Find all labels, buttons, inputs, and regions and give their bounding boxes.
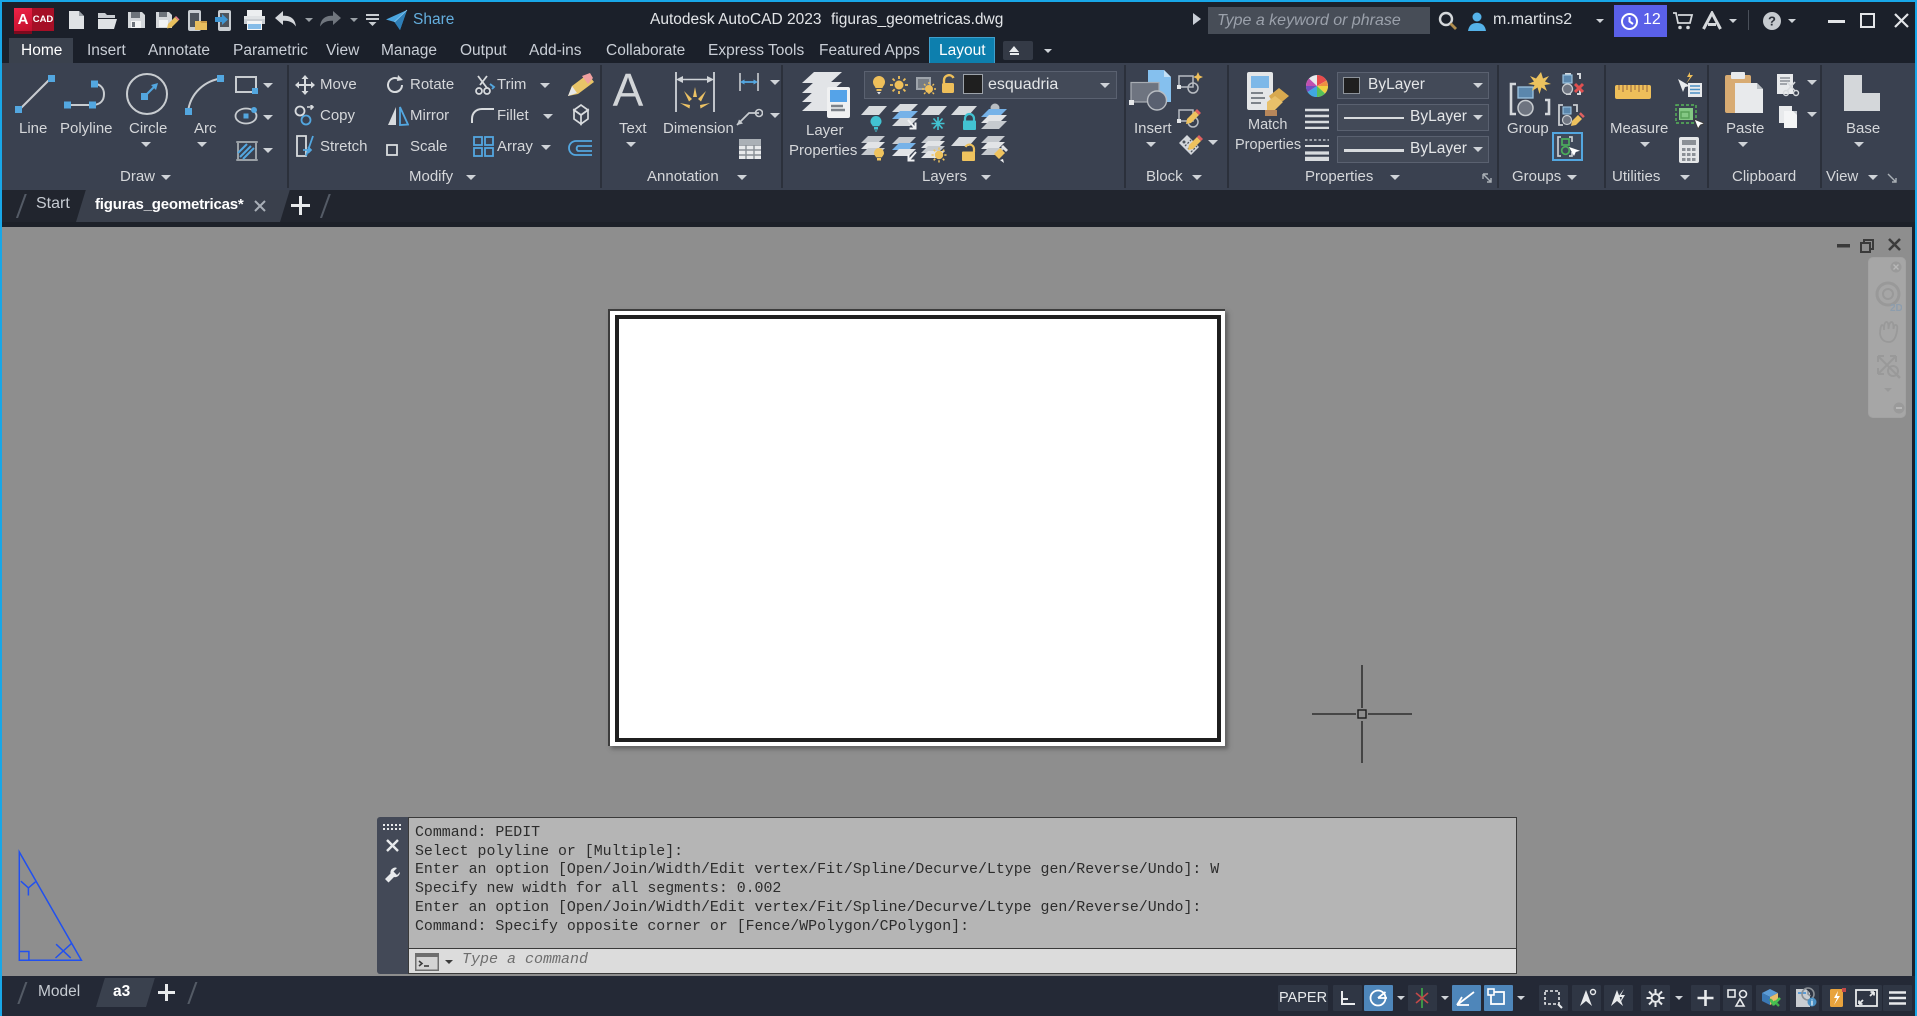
svg-text:2D: 2D — [1890, 303, 1902, 313]
svg-text:?: ? — [1768, 14, 1776, 29]
svg-text:i: i — [1811, 999, 1813, 1008]
